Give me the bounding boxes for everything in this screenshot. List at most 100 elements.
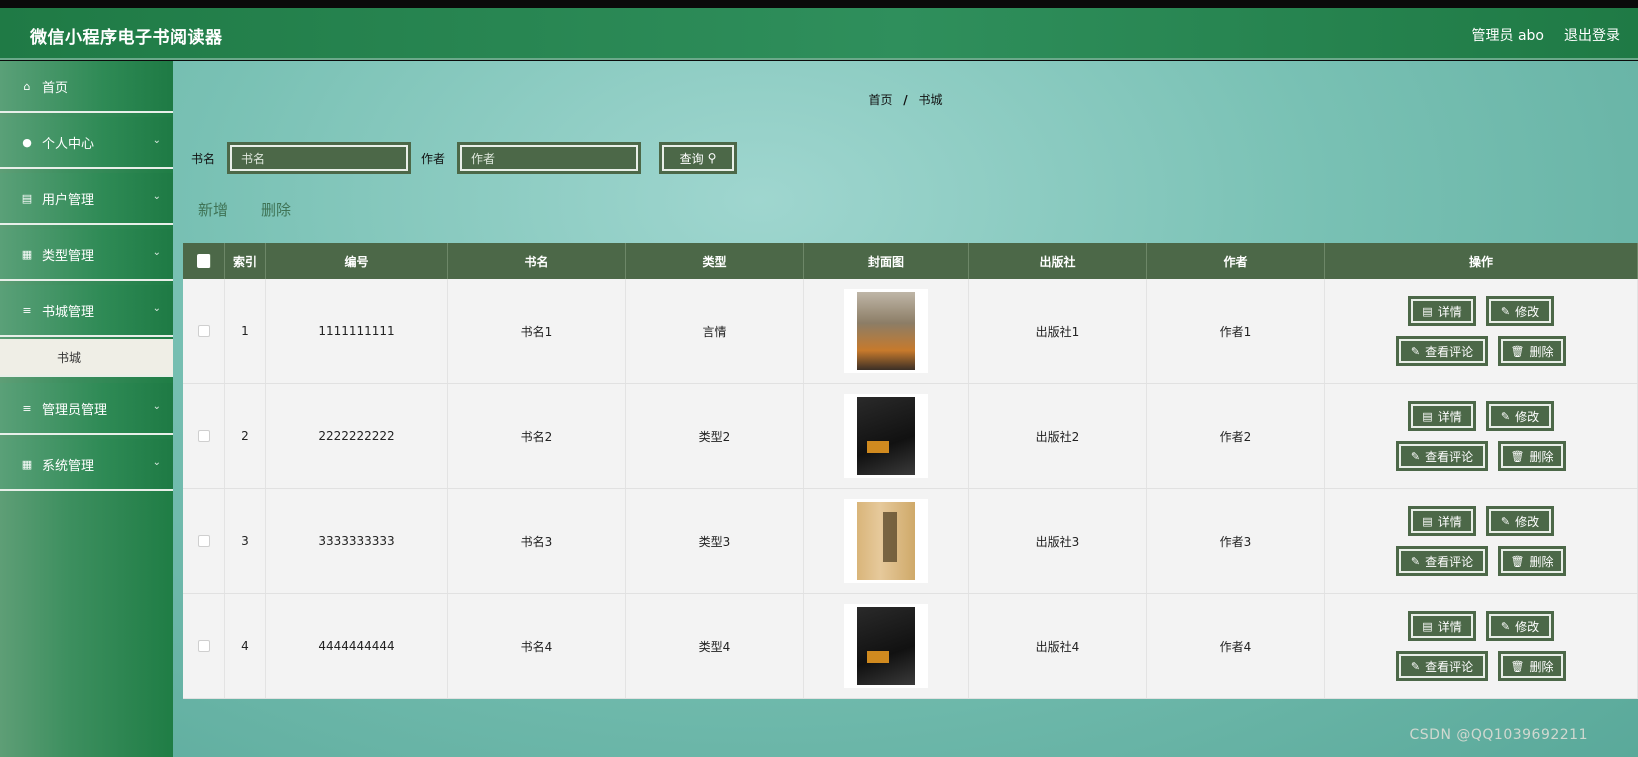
delete-button[interactable]: 🗑 删除 (1498, 546, 1566, 576)
sidebar-item-personal-center[interactable]: ● 个人中心 ⌄ (0, 117, 173, 169)
author-label: 作者 (421, 151, 446, 166)
cell-index: 3 (225, 489, 266, 593)
sidebar-item-label: 管理员管理 (42, 402, 108, 418)
select-all-checkbox[interactable] (196, 254, 211, 268)
sidebar: ⌂ 首页 ● 个人中心 ⌄ ▤ 用户管理 ⌄ ▦ 类型管理 ⌄ ≡ 书城管理 ⌄… (0, 61, 173, 757)
delete-button[interactable]: 🗑 删除 (1498, 336, 1566, 366)
row-checkbox[interactable] (197, 535, 210, 547)
document-icon: ▤ (1422, 514, 1433, 528)
search-icon: ⚲ (707, 151, 717, 165)
author-input[interactable]: 作者 (457, 142, 642, 174)
header-book-name[interactable]: 书名 (448, 243, 626, 279)
edit-button-label: 修改 (1515, 514, 1540, 529)
edit-button-label: 修改 (1515, 619, 1540, 634)
delete-button-label: 删除 (1529, 659, 1554, 674)
table-header: 索引 编号 书名 类型 封面图 出版社 作者 操作 (183, 243, 1638, 279)
view-comments-button-label: 查看评论 (1425, 659, 1474, 674)
header-index[interactable]: 索引 (225, 243, 266, 279)
view-comments-button[interactable]: ✎ 查看评论 (1396, 651, 1488, 681)
sidebar-item-user-management[interactable]: ▤ 用户管理 ⌄ (0, 173, 173, 225)
pencil-icon: ✎ (1500, 514, 1511, 528)
cell-publisher: 出版社4 (969, 594, 1147, 698)
pencil-icon: ✎ (1410, 659, 1421, 673)
detail-button[interactable]: ▤ 详情 (1408, 401, 1476, 431)
list-icon: ≡ (22, 303, 32, 317)
sidebar-item-home[interactable]: ⌂ 首页 (0, 61, 173, 113)
delete-button[interactable]: 🗑 删除 (1498, 441, 1566, 471)
book-name-label: 书名 (191, 151, 216, 166)
window-top-strip (0, 0, 1638, 8)
edit-button[interactable]: ✎ 修改 (1486, 506, 1554, 536)
pencil-icon: ✎ (1410, 344, 1421, 358)
header-operations: 操作 (1325, 243, 1638, 279)
cover-image[interactable] (844, 499, 928, 583)
detail-button-label: 详情 (1437, 304, 1462, 319)
batch-delete-button[interactable]: 删除 (261, 199, 291, 220)
edit-button[interactable]: ✎ 修改 (1486, 296, 1554, 326)
sidebar-item-label: 个人中心 (42, 136, 95, 152)
book-table: 索引 编号 书名 类型 封面图 出版社 作者 操作 1 1111111111 书… (183, 243, 1638, 699)
document-icon: ▤ (1422, 619, 1433, 633)
cell-index: 2 (225, 384, 266, 488)
cover-image[interactable] (844, 289, 928, 373)
table-row: 4 4444444444 书名4 类型4 出版社4 作者4 ▤ 详情 ✎ 修改 ✎ 查… (183, 594, 1638, 699)
sidebar-item-bookstore-management[interactable]: ≡ 书城管理 ⌄ (0, 285, 173, 337)
header-author[interactable]: 作者 (1147, 243, 1325, 279)
detail-button[interactable]: ▤ 详情 (1408, 611, 1476, 641)
sidebar-item-type-management[interactable]: ▦ 类型管理 ⌄ (0, 229, 173, 281)
cell-publisher: 出版社1 (969, 279, 1147, 383)
cover-image[interactable] (844, 394, 928, 478)
sidebar-item-admin-management[interactable]: ≡ 管理员管理 ⌄ (0, 383, 173, 435)
view-comments-button[interactable]: ✎ 查看评论 (1396, 546, 1488, 576)
cell-author: 作者3 (1147, 489, 1325, 593)
chevron-down-icon: ⌄ (152, 303, 161, 314)
row-checkbox-cell (183, 489, 225, 593)
sidebar-item-label: 首页 (42, 80, 69, 96)
cell-operations: ▤ 详情 ✎ 修改 ✎ 查看评论 🗑 删除 (1325, 489, 1638, 593)
detail-button[interactable]: ▤ 详情 (1408, 506, 1476, 536)
apps-icon: ▦ (21, 457, 33, 471)
table-row: 3 3333333333 书名3 类型3 出版社3 作者3 ▤ 详情 ✎ 修改 ✎ 查… (183, 489, 1638, 594)
add-button[interactable]: 新增 (198, 199, 228, 220)
view-comments-button[interactable]: ✎ 查看评论 (1396, 336, 1488, 366)
book-name-input[interactable]: 书名 (227, 142, 412, 174)
grid-icon: ▦ (21, 247, 33, 261)
header-cover: 封面图 (804, 243, 969, 279)
edit-button[interactable]: ✎ 修改 (1486, 611, 1554, 641)
logout-link[interactable]: 退出登录 (1564, 25, 1620, 45)
detail-button-label: 详情 (1437, 619, 1462, 634)
cover-image[interactable] (844, 604, 928, 688)
header-type[interactable]: 类型 (626, 243, 804, 279)
row-checkbox-cell (183, 594, 225, 698)
delete-button-label: 删除 (1529, 449, 1554, 464)
row-checkbox[interactable] (197, 325, 210, 337)
select-all-cell (183, 243, 225, 279)
view-comments-button[interactable]: ✎ 查看评论 (1396, 441, 1488, 471)
breadcrumb-home[interactable]: 首页 (868, 93, 892, 107)
watermark: CSDN @QQ1039692211 (1409, 727, 1588, 743)
row-checkbox[interactable] (197, 430, 210, 442)
cell-type: 类型2 (626, 384, 804, 488)
delete-button[interactable]: 🗑 删除 (1498, 651, 1566, 681)
trash-icon: 🗑 (1510, 659, 1525, 673)
sidebar-item-label: 书城管理 (42, 304, 95, 320)
sidebar-subitem-bookstore[interactable]: 书城 (0, 339, 173, 377)
row-checkbox[interactable] (197, 640, 210, 652)
view-comments-button-label: 查看评论 (1425, 449, 1474, 464)
sidebar-item-system-management[interactable]: ▦ 系统管理 ⌄ (0, 439, 173, 491)
cell-book-name: 书名1 (448, 279, 626, 383)
sidebar-item-label: 用户管理 (42, 192, 95, 208)
search-bar: 书名 书名 作者 作者 查询 ⚲ (191, 142, 738, 174)
pencil-icon: ✎ (1500, 304, 1511, 318)
detail-button-label: 详情 (1437, 409, 1462, 424)
breadcrumb-current: 书城 (918, 93, 943, 107)
detail-button[interactable]: ▤ 详情 (1408, 296, 1476, 326)
edit-button-label: 修改 (1515, 409, 1540, 424)
app-title: 微信小程序电子书阅读器 (30, 28, 223, 48)
header-publisher[interactable]: 出版社 (969, 243, 1147, 279)
cell-publisher: 出版社3 (969, 489, 1147, 593)
query-button[interactable]: 查询 ⚲ (659, 142, 738, 174)
header-code[interactable]: 编号 (266, 243, 448, 279)
trash-icon: 🗑 (1510, 449, 1525, 463)
edit-button[interactable]: ✎ 修改 (1486, 401, 1554, 431)
